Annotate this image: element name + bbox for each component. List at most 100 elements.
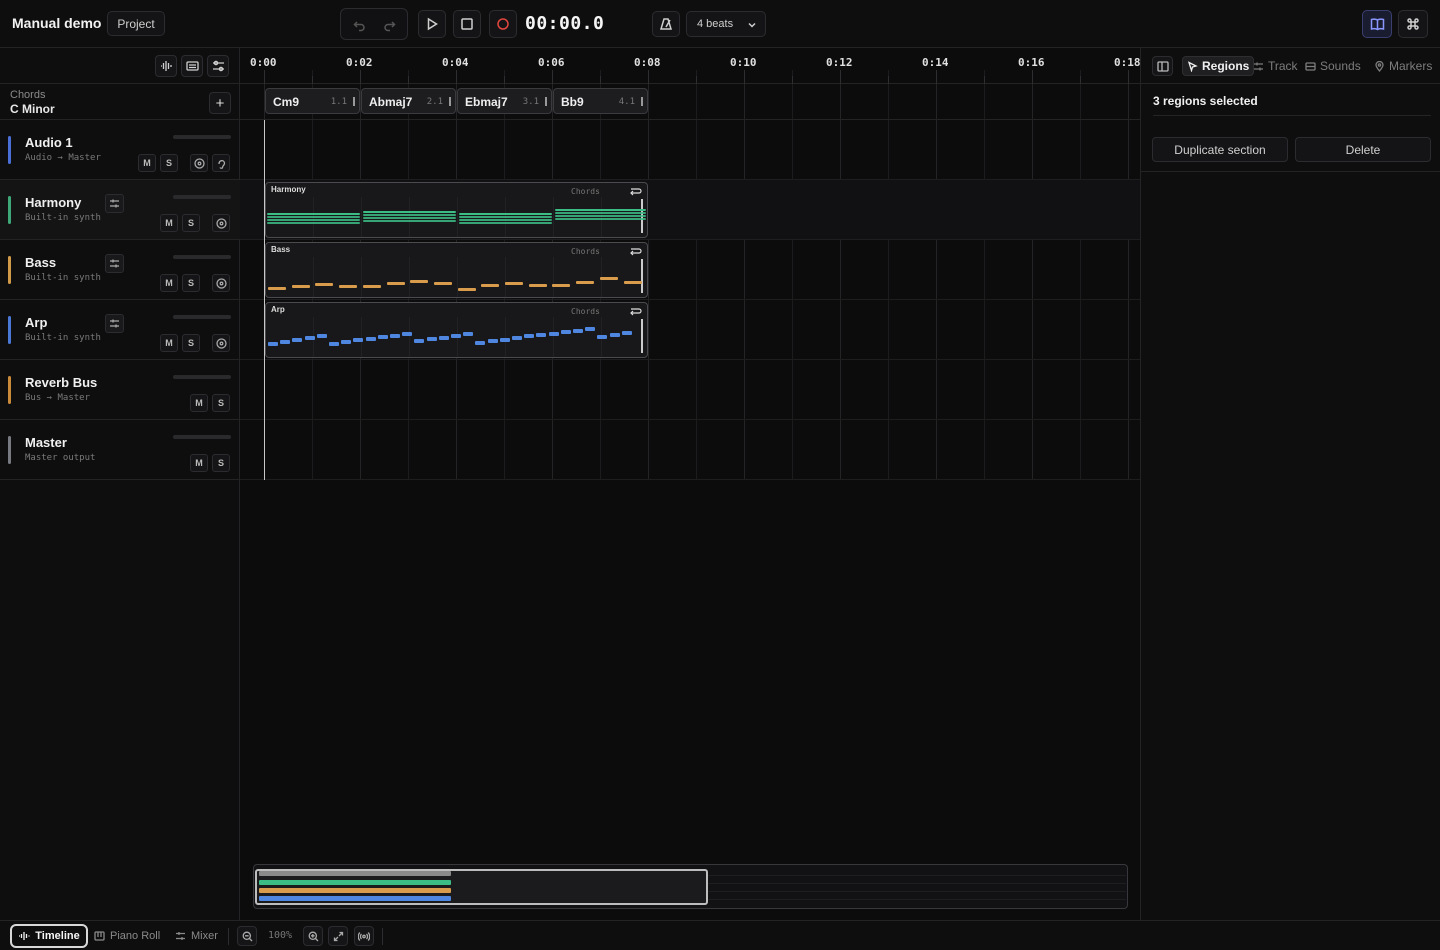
divider [228,928,229,945]
loop-icon[interactable] [628,306,642,316]
metronome-button[interactable] [652,11,680,37]
redo-icon[interactable] [378,15,400,35]
chord-block[interactable]: Abmaj7 2.1 [361,88,456,114]
track-settings-button[interactable] [207,55,229,77]
midi-note [555,215,646,217]
input-monitor-button[interactable] [212,154,230,172]
chord-lane[interactable]: Cm9 1.1 Abmaj7 2.1 Ebmaj7 3.1 Bb9 4.1 [240,84,1140,120]
track-row-audio-1[interactable]: Audio 1 Audio → Master M S [0,120,240,180]
midi-note [410,280,429,283]
lane-audio-1[interactable] [240,120,1140,180]
duplicate-section-button[interactable]: Duplicate section [1152,137,1288,162]
mute-button[interactable]: M [190,394,208,412]
add-chord-button[interactable]: + [209,92,231,114]
region-end-handle[interactable] [641,319,643,353]
track-row-master[interactable]: Master Master output M S [0,420,240,480]
command-palette-button[interactable] [1398,10,1428,38]
track-row-harmony[interactable]: Harmony Built-in synth M S [0,180,240,240]
tab-markers[interactable]: Markers [1370,56,1436,76]
midi-note [459,216,552,218]
loop-icon[interactable] [628,246,642,256]
tab-regions[interactable]: Regions [1182,56,1255,76]
zoom-in-button[interactable] [303,926,323,946]
volume-slider[interactable] [173,375,231,379]
solo-button[interactable]: S [182,334,200,352]
record-button[interactable] [489,10,517,38]
chord-position: 2.1 [426,97,443,107]
mute-button[interactable]: M [160,274,178,292]
chord-position: 1.1 [330,97,347,107]
chord-resize-handle[interactable] [353,97,355,106]
ruler-label: 0:00 [250,56,277,69]
tab-timeline[interactable]: Timeline [10,924,88,948]
tab-sounds[interactable]: Sounds [1301,56,1365,76]
region-harmony[interactable]: Harmony Chords [265,182,648,238]
beats-dropdown[interactable]: 4 beats [686,11,766,37]
lane-reverb-bus[interactable] [240,360,1140,420]
arm-button[interactable] [212,214,230,232]
key-signature[interactable]: C Minor [10,102,55,116]
chord-block[interactable]: Cm9 1.1 [265,88,360,114]
delete-button[interactable]: Delete [1295,137,1431,162]
region-arp[interactable]: Arp Chords [265,302,648,358]
lane-master[interactable] [240,420,1140,480]
chord-block[interactable]: Ebmaj7 3.1 [457,88,552,114]
undo-icon[interactable] [348,15,370,35]
zoom-fit-button[interactable] [328,926,348,946]
volume-slider[interactable] [173,255,231,259]
tab-label: Sounds [1320,59,1361,73]
play-button[interactable] [418,10,446,38]
volume-slider[interactable] [173,315,231,319]
chord-resize-handle[interactable] [641,97,643,106]
record-arm-icon [215,277,227,289]
track-row-reverb-bus[interactable]: Reverb Bus Bus → Master M S [0,360,240,420]
manual-button[interactable] [1362,10,1392,38]
track-row-arp[interactable]: Arp Built-in synth M S [0,300,240,360]
midi-note [267,216,360,218]
chord-block[interactable]: Bb9 4.1 [553,88,648,114]
timeline-area[interactable]: 0:00 0:02 0:04 0:06 0:08 0:10 0:12 0:14 0:16 0:18… [240,48,1140,920]
volume-slider[interactable] [173,435,231,439]
playhead[interactable] [264,120,265,480]
solo-button[interactable]: S [212,394,230,412]
mute-button[interactable]: M [190,454,208,472]
loop-icon[interactable] [628,186,642,196]
time-ruler[interactable]: 0:00 0:02 0:04 0:06 0:08 0:10 0:12 0:14 0:16 0:18 [240,48,1140,84]
project-button[interactable]: Project [107,11,165,36]
chord-resize-handle[interactable] [449,97,451,106]
mute-button[interactable]: M [160,214,178,232]
track-routing: Built-in synth [25,213,101,223]
arm-button[interactable] [212,274,230,292]
solo-button[interactable]: S [160,154,178,172]
instrument-settings-button[interactable] [105,194,124,213]
solo-button[interactable]: S [182,214,200,232]
chord-resize-handle[interactable] [545,97,547,106]
follow-playhead-button[interactable] [354,926,374,946]
chord-name: Bb9 [561,95,584,109]
instrument-settings-button[interactable] [105,314,124,333]
instrument-settings-button[interactable] [105,254,124,273]
collapse-panel-button[interactable] [1152,56,1173,76]
keyboard-view-button[interactable] [181,55,203,77]
stop-button[interactable] [453,10,481,38]
mute-button[interactable]: M [138,154,156,172]
region-bass[interactable]: Bass Chords [265,242,648,298]
solo-button[interactable]: S [182,274,200,292]
zoom-out-button[interactable] [237,926,257,946]
volume-slider[interactable] [173,195,231,199]
region-end-handle[interactable] [641,259,643,293]
tab-track[interactable]: Track [1249,56,1302,76]
tab-piano-roll[interactable]: Piano Roll [94,924,160,948]
volume-slider[interactable] [173,135,231,139]
minimap-viewport[interactable] [255,869,708,905]
overview-minimap[interactable] [253,864,1128,909]
solo-button[interactable]: S [212,454,230,472]
waveform-view-button[interactable] [155,55,177,77]
arm-button[interactable] [190,154,208,172]
region-tag: Chords [571,247,600,256]
minimap-lane [708,883,1126,884]
tab-mixer[interactable]: Mixer [175,924,218,948]
arm-button[interactable] [212,334,230,352]
track-row-bass[interactable]: Bass Built-in synth M S [0,240,240,300]
mute-button[interactable]: M [160,334,178,352]
